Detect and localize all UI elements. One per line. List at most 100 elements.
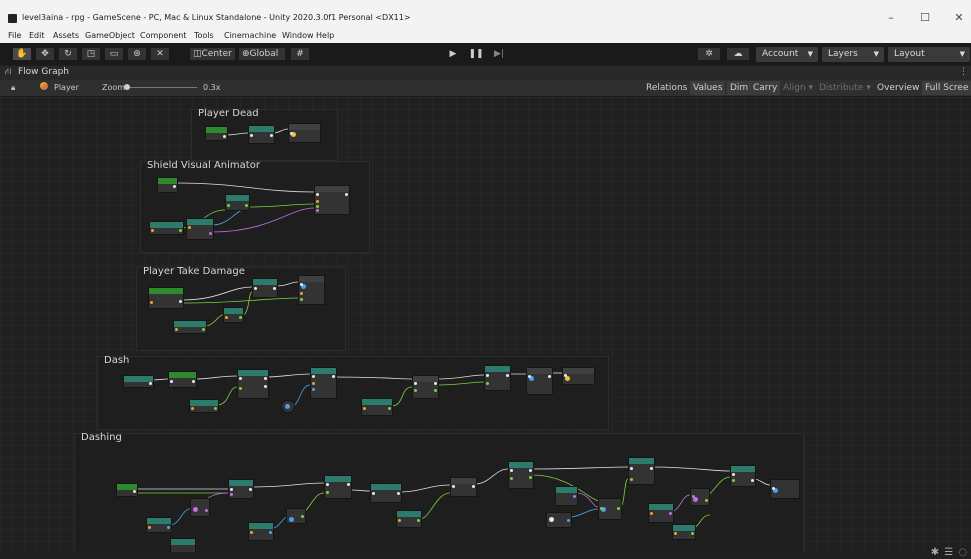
graph-node[interactable] <box>157 177 178 193</box>
move-tool-button[interactable]: ✥ <box>35 47 55 61</box>
layers-dropdown[interactable]: Layers ▼ <box>822 47 884 62</box>
graph-node[interactable] <box>412 375 439 399</box>
zoom-slider-handle[interactable] <box>124 84 130 90</box>
maximize-button[interactable]: ☐ <box>918 12 932 24</box>
graph-node[interactable] <box>324 475 352 499</box>
unity-logo-icon <box>8 14 17 23</box>
distribute-dropdown[interactable]: Distribute ▾ <box>816 81 874 95</box>
graph-node[interactable] <box>237 369 269 399</box>
graph-node[interactable] <box>628 457 655 485</box>
collab-button[interactable]: ✲ <box>697 47 721 61</box>
graph-node[interactable] <box>225 194 250 211</box>
flow-wire <box>225 132 249 136</box>
relations-button[interactable]: Relations <box>643 81 690 95</box>
values-button[interactable]: Values <box>690 81 726 95</box>
pivot-icon: ◫ <box>193 49 202 59</box>
account-dropdown[interactable]: Account ▼ <box>756 47 818 62</box>
graph-node[interactable] <box>370 483 402 503</box>
graph-node[interactable] <box>770 479 800 499</box>
graph-node[interactable] <box>730 465 756 487</box>
bug-icon[interactable]: ✱ <box>931 547 939 558</box>
hand-tool-button[interactable]: ✋ <box>12 47 32 61</box>
graph-node[interactable] <box>484 365 511 391</box>
flow-graph-tab[interactable]: ⛙ Flow Graph ⋮ <box>0 66 971 80</box>
graph-node[interactable] <box>149 221 184 235</box>
graph-node[interactable] <box>546 512 572 528</box>
graph-node[interactable] <box>648 503 674 523</box>
scale-tool-button[interactable]: ◳ <box>81 47 101 61</box>
graph-node[interactable] <box>186 218 214 240</box>
menu-window[interactable]: Window <box>282 31 314 40</box>
graph-node[interactable] <box>298 275 325 305</box>
align-label: Align <box>783 83 806 93</box>
graph-node[interactable] <box>526 367 553 395</box>
menu-help[interactable]: Help <box>316 31 334 40</box>
graph-node[interactable] <box>396 510 422 528</box>
zoom-slider[interactable] <box>127 87 197 88</box>
close-button[interactable]: ✕ <box>952 12 966 24</box>
menu-component[interactable]: Component <box>140 31 186 40</box>
pivot-toggle[interactable]: ◫Center <box>189 47 236 61</box>
graph-node[interactable] <box>598 498 622 520</box>
dim-button[interactable]: Dim <box>727 81 752 95</box>
graph-node[interactable] <box>286 508 306 524</box>
graph-node[interactable] <box>146 517 172 533</box>
menu-file[interactable]: File <box>8 31 21 40</box>
graph-node[interactable] <box>508 461 534 489</box>
graph-node[interactable] <box>314 185 350 215</box>
rect-icon: ▭ <box>109 49 119 59</box>
play-button[interactable]: ▶ <box>443 47 463 61</box>
space-toggle[interactable]: ⊕Global <box>238 47 286 61</box>
rect-tool-button[interactable]: ▭ <box>104 47 124 61</box>
more-options-icon[interactable]: ⋮ <box>959 67 968 77</box>
graph-node[interactable] <box>248 125 275 144</box>
graph-node[interactable] <box>228 479 254 499</box>
grid-snap-button[interactable]: # <box>290 47 310 61</box>
graph-node[interactable] <box>672 524 696 540</box>
transform-tool-button[interactable]: ⊛ <box>127 47 147 61</box>
graph-node[interactable] <box>450 477 477 497</box>
graph-node[interactable] <box>173 320 207 334</box>
menu-cinemachine[interactable]: Cinemachine <box>224 31 276 40</box>
layout-dropdown[interactable]: Layout ▼ <box>888 47 970 62</box>
menu-gameobject[interactable]: GameObject <box>85 31 135 40</box>
graph-node[interactable] <box>223 307 244 323</box>
chevron-down-icon: ▼ <box>873 50 879 58</box>
layers-icon[interactable]: ☰ <box>944 547 953 558</box>
graph-node[interactable] <box>189 399 219 413</box>
overview-button[interactable]: Overview <box>874 81 922 95</box>
connection-wires <box>135 128 771 530</box>
graph-node[interactable] <box>562 367 595 385</box>
carry-button[interactable]: Carry <box>750 81 781 95</box>
menu-assets[interactable]: Assets <box>53 31 79 40</box>
graph-node[interactable] <box>252 278 278 298</box>
graph-node[interactable] <box>281 400 295 413</box>
graph-node[interactable] <box>361 398 393 416</box>
custom-tool-button[interactable]: ✕ <box>150 47 170 61</box>
menu-tools[interactable]: Tools <box>194 31 214 40</box>
fullscreen-button[interactable]: Full Scree <box>922 81 971 95</box>
graph-node[interactable] <box>148 287 184 309</box>
lock-icon[interactable]: 🔒︎ <box>11 83 15 93</box>
graph-node[interactable] <box>690 488 710 506</box>
pause-button[interactable]: ❚❚ <box>466 47 486 61</box>
graph-node[interactable] <box>116 483 138 497</box>
graph-node[interactable] <box>288 123 321 143</box>
menu-edit[interactable]: Edit <box>29 31 45 40</box>
title-bar: level3aina - rpg - GameScene - PC, Mac &… <box>0 0 971 30</box>
align-dropdown[interactable]: Align ▾ <box>780 81 816 95</box>
graph-node[interactable] <box>123 375 154 388</box>
int-wire <box>211 208 249 226</box>
graph-node[interactable] <box>310 367 337 399</box>
graph-canvas[interactable]: Player Dead Shield Visual Animator Playe… <box>0 97 971 552</box>
graph-node[interactable] <box>555 486 578 506</box>
graph-node[interactable] <box>248 522 274 541</box>
graph-node[interactable] <box>190 498 210 517</box>
minimize-button[interactable]: – <box>884 12 898 24</box>
graph-node[interactable] <box>205 126 228 141</box>
graph-node[interactable] <box>170 538 196 552</box>
rotate-tool-button[interactable]: ↻ <box>58 47 78 61</box>
cloud-button[interactable]: ☁ <box>726 47 750 61</box>
graph-node[interactable] <box>168 371 197 388</box>
step-button[interactable]: ▶| <box>489 47 509 61</box>
